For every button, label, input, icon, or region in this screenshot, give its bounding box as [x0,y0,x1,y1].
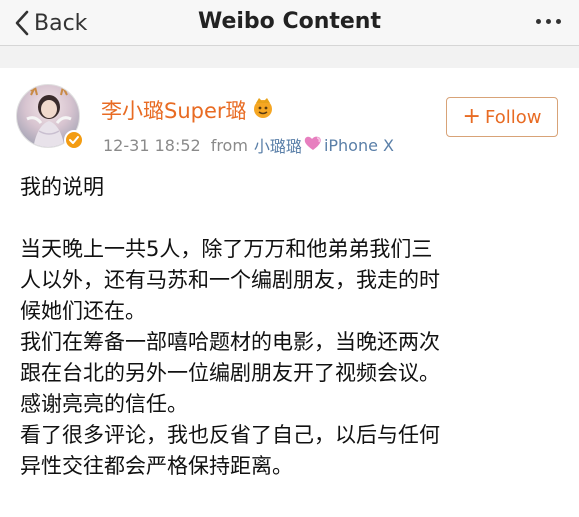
more-options-button[interactable] [536,19,561,24]
page-title: Weibo Content [197,9,381,34]
follow-button[interactable]: + Follow [446,97,558,137]
post-timestamp: 12-31 18:52 [103,135,201,155]
post-content-line: 感谢亮亮的信任。 [20,392,188,416]
post-content: 我的说明 当天晚上一共5人，除了万万和他弟弟我们三 人以外，还有马苏和一个编剧朋… [20,172,565,482]
post-content-line: 我们在筹备一部嘻哈题材的电影，当晚还两次 [20,330,440,354]
vip-crown-icon [251,97,275,124]
verified-badge-icon [64,130,84,150]
follow-label: Follow [484,106,542,128]
weibo-post: 李小璐Super璐 12-31 18:52 from 小璐璐 iPhone X … [0,68,579,517]
more-dots-icon [546,19,551,24]
post-content-line: 人以外，还有马苏和一个编剧朋友，我走的时 [20,268,440,292]
from-label: from [210,135,248,155]
post-content-line: 跟在台北的另外一位编剧朋友开了视频会议。 [20,361,440,385]
device-source-link[interactable]: iPhone X [324,136,394,155]
section-separator [0,46,579,68]
post-content-line: 候她们还在。 [20,299,146,323]
more-dots-icon [536,19,541,24]
post-meta: 12-31 18:52 from 小璐璐 iPhone X [103,133,394,157]
user-name-link[interactable]: 李小璐Super璐 [101,95,275,125]
more-dots-icon [556,19,561,24]
plus-icon: + [462,104,481,129]
navigation-bar: Back Weibo Content [0,0,579,46]
heart-icon [303,135,323,155]
post-content-title: 我的说明 [20,175,104,199]
post-content-line: 异性交往都会严格保持距离。 [20,454,293,478]
user-name-text: 李小璐Super璐 [101,99,247,123]
source-name-link[interactable]: 小璐璐 [254,133,302,157]
post-content-line: 当天晚上一共5人，除了万万和他弟弟我们三 [20,237,433,261]
post-content-line: 看了很多评论，我也反省了自己，以后与任何 [20,423,440,447]
avatar-container[interactable] [16,84,84,152]
